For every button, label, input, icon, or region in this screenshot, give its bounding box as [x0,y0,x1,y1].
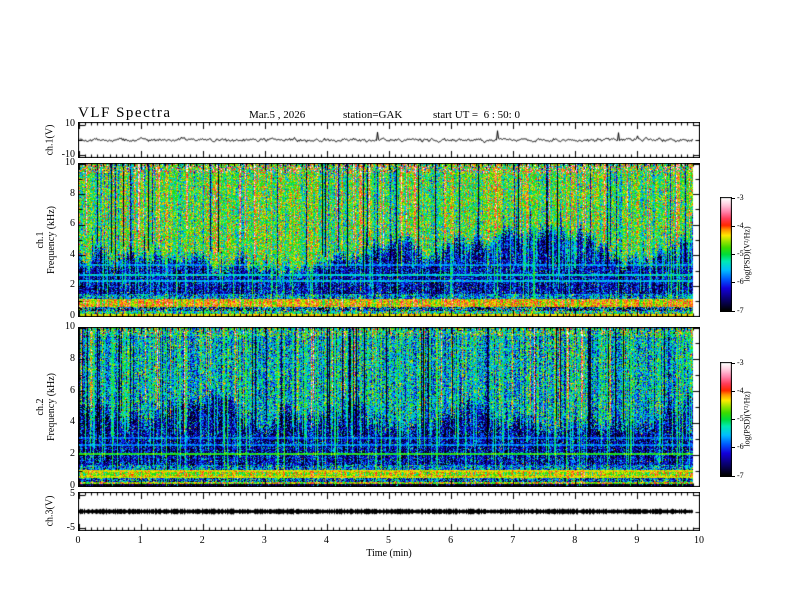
date-label: Mar.5 , 2026 [249,109,306,121]
colorbar-tick-label: -4 [737,220,744,230]
ch1-waveform-panel [78,122,700,158]
spec1-ytick-label: 6 [70,218,75,230]
time-tick-label: 5 [386,535,391,546]
vlf-spectra-figure: VLF Spectra Mar.5 , 2026 station=GAK sta… [0,0,792,612]
colorbar-tick-label: -4 [737,385,744,395]
time-axis-label: Time (min) [366,548,412,559]
time-tick-label: 10 [694,535,704,546]
spec2-ytick-label: 8 [70,352,75,364]
spec1-ytick-label: 4 [70,248,75,260]
colorbar-tick-mark [731,419,735,420]
ch2-label-line: ch.2 [35,398,46,416]
ch2-frequency-line: Frequency (kHz) [46,372,57,442]
colorbar-tick-label: -3 [737,192,744,202]
colorbar-tick-mark [731,310,735,312]
colorbar-tick-mark [731,390,735,392]
spec1-ytick-label: 2 [70,279,75,291]
ch1-label-line: ch.1 [35,231,46,249]
start-ut-label: start UT = 6 : 50: 0 [433,109,520,121]
time-tick-label: 2 [199,535,205,546]
time-tick-label: 3 [261,535,267,546]
ch2-frequency-axis-label: ch.2 Frequency (kHz) [35,373,57,441]
colorbar-tick-label: -7 [737,470,744,480]
ch1-frequency-axis-label: ch.1 Frequency (kHz) [35,206,57,274]
spec1-ytick-label: 10 [65,157,75,168]
spec1-ytick-label: 8 [70,187,75,199]
wave3-ytick-label: 5 [70,488,75,500]
ch1-frequency-line: Frequency (kHz) [46,205,57,275]
wave1-ytick-label: 10 [65,118,75,130]
wave3-ytick-label: -5 [66,521,75,533]
figure-title: VLF Spectra [78,105,172,121]
time-tick-label: 6 [448,535,454,546]
colorbar-tick-mark [731,197,735,199]
ch2-spectrogram-panel [78,327,700,487]
ch1-spectrogram-panel [78,163,700,317]
colorbar-tick-mark [731,447,735,449]
spec2-ytick-label: 4 [70,416,75,428]
colorbar-tick-mark [731,282,735,284]
spec2-ytick-label: 2 [70,448,75,460]
station-label: station=GAK [343,109,403,121]
colorbar-tick-label: -6 [737,442,744,452]
time-tick-label: 9 [634,535,640,546]
time-tick-label: 4 [323,535,329,546]
colorbar-tick-mark [731,362,735,364]
colorbar-tick-mark [731,225,735,227]
colorbar-tick-mark [731,254,735,255]
time-tick-label: 0 [75,535,81,546]
colorbar-tick-label: -7 [737,305,744,315]
spec1-ytick-label: 0 [70,310,75,321]
ch3-waveform-panel [78,492,700,531]
colorbar-tick-label: -3 [737,357,744,367]
colorbar-tick-label: -6 [737,277,744,287]
spec2-ytick-label: 10 [65,321,75,332]
colorbar-tick-label: -5 [737,249,744,258]
time-tick-label: 8 [572,535,578,546]
time-tick-label: 1 [137,535,143,546]
time-tick-label: 7 [510,535,516,546]
spec2-ytick-label: 6 [70,384,75,396]
colorbar-tick-label: -5 [737,414,744,423]
colorbar-tick-mark [731,475,735,477]
